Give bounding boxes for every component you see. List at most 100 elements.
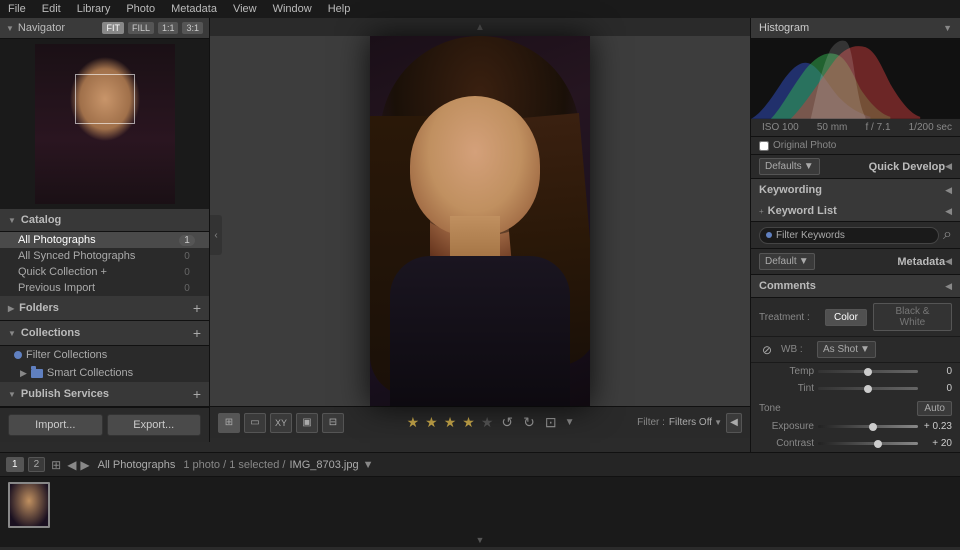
star-5[interactable]: ★ [481, 414, 494, 431]
export-button[interactable]: Export... [107, 414, 202, 436]
left-panel-collapse-tab[interactable]: ‹ [210, 215, 222, 255]
navigator-thumbnail[interactable] [0, 39, 209, 209]
keyword-list-header[interactable]: + Keyword List ◀ [751, 201, 960, 222]
metadata-bar: Default ▼ Metadata ◀ [751, 249, 960, 275]
filmstrip-prev-arrow[interactable]: ◀ [67, 458, 76, 472]
develop-preset-arrow: ▼ [804, 161, 814, 172]
nav-3to1-btn[interactable]: 3:1 [182, 22, 203, 34]
catalog-all-photographs[interactable]: All Photographs 1 [0, 232, 209, 248]
catalog-all-synced[interactable]: All Synced Photographs 0 [0, 248, 209, 264]
top-arrow: ▲ [475, 22, 485, 33]
menu-help[interactable]: Help [324, 3, 355, 15]
filmstrip-bottom: ▼ [0, 533, 960, 547]
temp-slider-value: 0 [922, 366, 952, 377]
comments-header[interactable]: Comments ◀ [751, 275, 960, 298]
metadata-preset-dropdown[interactable]: Default ▼ [759, 253, 815, 270]
publish-services-header[interactable]: ▼ Publish Services + [0, 382, 209, 407]
survey-view-button[interactable]: ⊟ [322, 413, 344, 433]
filter-toggle[interactable]: ◀ [726, 413, 742, 433]
grid-view-button[interactable]: ⊞ [218, 413, 240, 433]
keyword-list-bar: Filter Keywords ⌕ [751, 222, 960, 249]
exposure-value: + 0.23 [922, 421, 952, 432]
menu-library[interactable]: Library [73, 3, 115, 15]
star-2[interactable]: ★ [425, 414, 438, 431]
publish-add-button[interactable]: + [193, 387, 201, 401]
filter-collections-item[interactable]: Filter Collections [0, 346, 209, 364]
filmstrip-grid-icon[interactable]: ⊞ [49, 458, 63, 472]
star-4[interactable]: ★ [462, 414, 475, 431]
catalog-item-label: Quick Collection + [18, 266, 179, 278]
filmstrip-filename: IMG_8703.jpg [289, 459, 358, 471]
star-3[interactable]: ★ [444, 414, 457, 431]
menu-metadata[interactable]: Metadata [167, 3, 221, 15]
menu-edit[interactable]: Edit [38, 3, 65, 15]
folders-add-button[interactable]: + [193, 301, 201, 315]
compare-view-button[interactable]: ▣ [296, 413, 318, 433]
comments-arrow: ◀ [945, 281, 952, 292]
menu-file[interactable]: File [4, 3, 30, 15]
nav-fit-btn[interactable]: FIT [102, 22, 124, 34]
develop-preset-dropdown[interactable]: Defaults ▼ [759, 158, 820, 175]
tint-slider-track[interactable] [818, 387, 918, 390]
filmstrip-next-arrow[interactable]: ▶ [80, 458, 89, 472]
keyword-list-title: Keyword List [768, 205, 837, 217]
menu-photo[interactable]: Photo [122, 3, 159, 15]
wb-row: ⊘ WB : As Shot ▼ [751, 337, 960, 363]
navigator-title: Navigator [18, 22, 65, 34]
filmstrip-filename-arrow[interactable]: ▼ [363, 459, 374, 471]
keyword-filter-input[interactable]: Filter Keywords [759, 227, 939, 244]
exposure-slider-track[interactable] [818, 425, 918, 428]
treatment-color-button[interactable]: Color [825, 309, 867, 326]
navigator-header[interactable]: ▼ Navigator FIT FILL 1:1 3:1 [0, 18, 209, 39]
original-photo-checkbox[interactable] [759, 141, 769, 151]
quick-develop-arrow: ◀ [945, 161, 952, 172]
crop-button[interactable]: ⊡ [543, 412, 559, 433]
image-area[interactable] [210, 36, 750, 406]
folders-header[interactable]: ▶ Folders + [0, 296, 209, 321]
right-panel: Histogram ▼ [750, 18, 960, 452]
keywording-arrow: ◀ [945, 185, 952, 196]
filmstrip-thumbnails [0, 477, 960, 533]
filmstrip-thumb-1[interactable] [8, 482, 50, 528]
nav-1to1-btn[interactable]: 1:1 [158, 22, 179, 34]
smart-collections-arrow: ▶ [20, 368, 27, 379]
focal-value: 50 mm [817, 122, 848, 133]
original-photo-bar: Original Photo [751, 137, 960, 155]
xy-view-button[interactable]: XY [270, 413, 292, 433]
keywording-header[interactable]: Keywording ◀ [751, 179, 960, 201]
smart-collections-item[interactable]: ▶ Smart Collections [0, 364, 209, 382]
collections-add-button[interactable]: + [193, 326, 201, 340]
treatment-bw-button[interactable]: Black & White [873, 303, 952, 331]
filter-dropdown[interactable]: ▼ [565, 417, 575, 428]
collections-header[interactable]: ▼ Collections + [0, 321, 209, 346]
filters-off-dropdown[interactable]: Filters Off ▼ [669, 417, 722, 428]
import-button[interactable]: Import... [8, 414, 103, 436]
menu-window[interactable]: Window [269, 3, 316, 15]
portrait-body [390, 256, 570, 406]
contrast-label: Contrast [759, 438, 814, 449]
loupe-view-button[interactable]: ▭ [244, 413, 266, 433]
keyword-search-icon[interactable]: ⌕ [943, 226, 952, 244]
temp-slider-thumb [864, 368, 872, 376]
filmstrip-num-2[interactable]: 2 [28, 457, 46, 472]
catalog-header[interactable]: ▼ Catalog [0, 209, 209, 232]
rotate-left-button[interactable]: ↺ [499, 412, 515, 433]
folders-triangle: ▶ [8, 304, 14, 313]
filmstrip-num-1[interactable]: 1 [6, 457, 24, 472]
nav-fill-btn[interactable]: FILL [128, 22, 154, 34]
rotate-right-button[interactable]: ↻ [521, 412, 537, 433]
wb-eyedropper[interactable]: ⊘ [759, 342, 775, 358]
auto-tone-button[interactable]: Auto [917, 401, 952, 416]
keywording-title: Keywording [759, 184, 822, 196]
catalog-quick-collection[interactable]: Quick Collection + 0 [0, 264, 209, 280]
folders-title: Folders [19, 302, 59, 314]
catalog-previous-import[interactable]: Previous Import 0 [0, 280, 209, 296]
menu-view[interactable]: View [229, 3, 261, 15]
star-1[interactable]: ★ [407, 414, 420, 431]
temp-slider-track[interactable] [818, 370, 918, 373]
keyword-list-arrow: ◀ [945, 206, 952, 217]
wb-dropdown[interactable]: As Shot ▼ [817, 341, 876, 358]
publish-triangle: ▼ [8, 390, 16, 399]
histogram-header[interactable]: Histogram ▼ [751, 18, 960, 39]
contrast-slider-track[interactable] [818, 442, 918, 445]
